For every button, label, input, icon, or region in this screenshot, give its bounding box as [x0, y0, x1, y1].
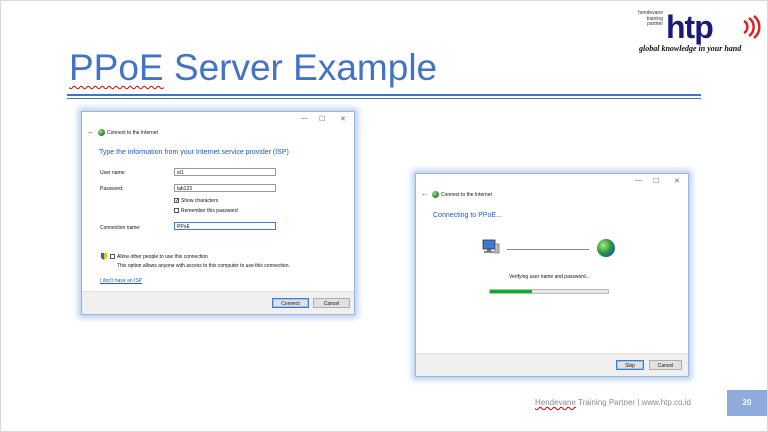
- logo-slogan: global knowledge in your hand: [639, 44, 742, 53]
- dialog-heading: Type the information from your Internet …: [99, 149, 289, 156]
- allow-other-people-checkbox[interactable]: [110, 254, 115, 259]
- logo-tagline: hendevane training partner: [613, 10, 663, 28]
- slide-footer: Hendevane Training Partner | www.htp.co.…: [535, 398, 691, 407]
- maximize-button[interactable]: ☐: [653, 177, 659, 185]
- connection-name-label: Connection name:: [100, 225, 141, 231]
- slide-title-word: PPoE: [69, 47, 164, 88]
- dialog-title: Connect to the Internet: [107, 130, 158, 136]
- dialog-title: Connect to the Internet: [441, 192, 492, 198]
- footer-rest: Training Partner | www.htp.co.id: [575, 398, 691, 407]
- connection-progress-bar: [489, 289, 609, 294]
- logo-tagline-line: partner: [647, 21, 663, 27]
- internet-globe-icon: [597, 239, 615, 257]
- connect-dialog-progress: — ☐ ✕ ← Connect to the Internet Connecti…: [415, 173, 689, 377]
- progress-fill: [490, 290, 533, 293]
- remember-password-label: Remember this password: [181, 208, 238, 214]
- uac-shield-icon: [101, 253, 107, 260]
- cancel-button[interactable]: Cancel: [313, 298, 350, 308]
- dialog-footer: Connect Cancel: [82, 291, 354, 314]
- dialog-heading: Connecting to PPoE...: [433, 212, 502, 219]
- title-rule-thin: [67, 98, 701, 99]
- show-characters-checkbox[interactable]: ✓: [174, 198, 179, 204]
- slide-title: PPoE Server Example: [69, 47, 437, 89]
- skip-button[interactable]: Skip: [616, 360, 644, 370]
- connection-line: [507, 249, 589, 250]
- minimize-button[interactable]: —: [301, 115, 308, 122]
- status-text: Verifying user name and password...: [509, 274, 590, 280]
- connect-dialog-credentials: — ☐ ✕ ← Connect to the Internet Type the…: [81, 111, 355, 315]
- username-label: User name:: [100, 170, 126, 176]
- close-button[interactable]: ✕: [674, 177, 680, 185]
- logo-brand: htp: [666, 9, 714, 45]
- no-isp-link[interactable]: I don't have an ISP: [100, 278, 142, 284]
- connect-button[interactable]: Connect: [272, 298, 309, 308]
- minimize-button[interactable]: —: [635, 177, 642, 184]
- username-input[interactable]: st1: [174, 168, 276, 176]
- back-arrow-icon[interactable]: ←: [87, 127, 95, 136]
- computer-icon: [482, 239, 500, 254]
- dialog-footer: Skip Cancel: [416, 353, 688, 376]
- maximize-button[interactable]: ☐: [319, 115, 325, 123]
- network-globe-icon: [98, 129, 105, 136]
- signal-waves-icon: [743, 15, 761, 39]
- network-globe-icon: [432, 191, 439, 198]
- allow-other-people-note: This option allows anyone with access to…: [117, 263, 290, 269]
- htp-logo: hendevane training partner htp global kn…: [613, 9, 765, 57]
- page-number: 20: [727, 390, 767, 416]
- show-characters-label: Show characters: [181, 198, 219, 204]
- allow-other-people-label: Allow other people to use this connectio…: [117, 254, 208, 260]
- footer-brand-word: Hendevane: [535, 398, 576, 407]
- back-arrow-icon[interactable]: ←: [421, 189, 429, 198]
- slide-title-rest: Server Example: [163, 47, 438, 88]
- connection-name-input[interactable]: PPoE: [174, 222, 276, 230]
- remember-password-checkbox[interactable]: [174, 208, 179, 213]
- password-input[interactable]: lab123: [174, 184, 276, 192]
- title-rule: [67, 94, 701, 96]
- slide: hendevane training partner htp global kn…: [0, 0, 768, 432]
- password-label: Password:: [100, 186, 124, 192]
- close-button[interactable]: ✕: [340, 115, 346, 123]
- cancel-button[interactable]: Cancel: [649, 360, 682, 370]
